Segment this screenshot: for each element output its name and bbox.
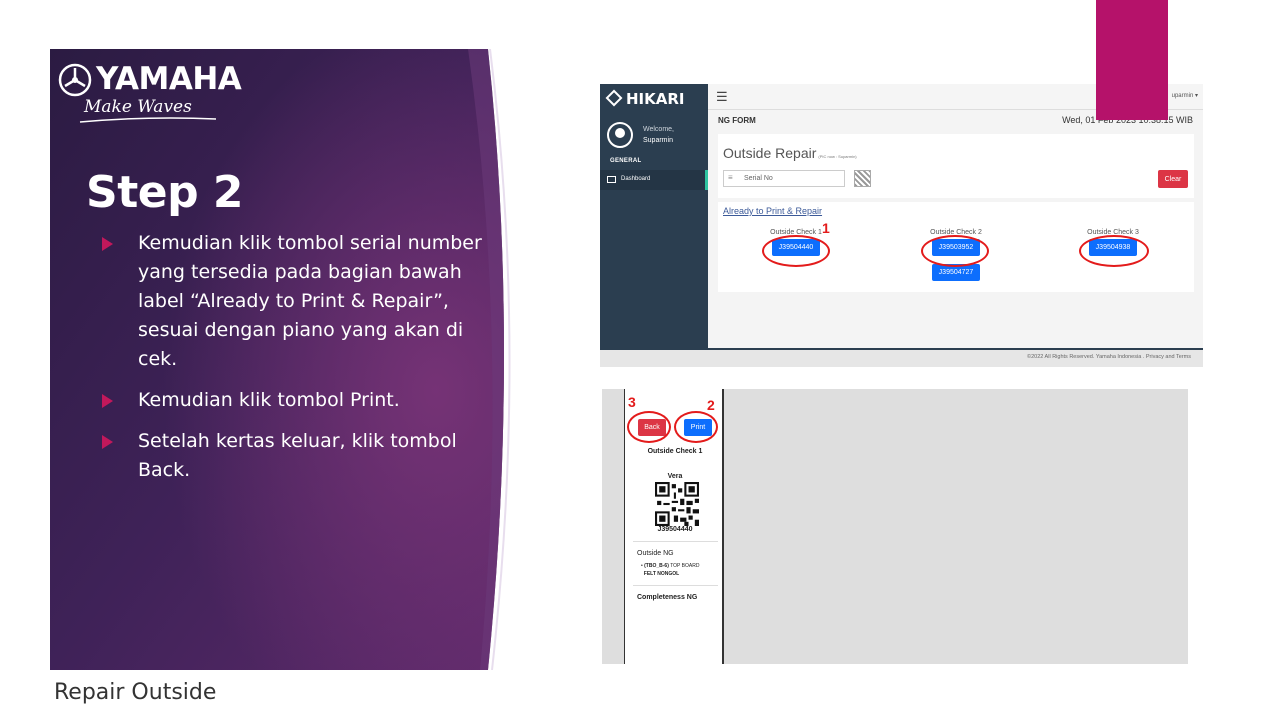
user-menu[interactable]: uparmin ▾ [1172, 92, 1198, 99]
serial-input[interactable]: ≡ Serial No [723, 170, 845, 187]
qr-code-icon [655, 482, 699, 526]
ng-defect: FELT NONGOL [643, 571, 680, 577]
hikari-logo-text: HIKARI [626, 90, 685, 108]
serial-placeholder: Serial No [744, 175, 773, 182]
form-title: Outside Repair (PIC now : Suparmin) [723, 145, 857, 161]
instruction-text: Kemudian klik tombol Print. [138, 389, 400, 411]
annotation-number: 2 [707, 397, 715, 413]
instruction-item: Kemudian klik tombol Print. [102, 386, 502, 415]
user-name: Suparmin [643, 137, 673, 144]
user-menu-label: uparmin [1171, 93, 1194, 99]
avatar-icon [607, 122, 633, 148]
hikari-logo-icon [605, 89, 623, 107]
sidebar-item-dashboard[interactable]: Dashboard [600, 170, 708, 190]
app-footer: ©2022 All Rights Reserved. Yamaha Indone… [600, 348, 1203, 367]
repair-form-card: Outside Repair (PIC now : Suparmin) ≡ Ser… [718, 134, 1194, 198]
instruction-text: Setelah kertas keluar, klik tombol Back. [138, 430, 457, 481]
hikari-logo: HIKARI [605, 89, 685, 108]
menu-icon[interactable]: ☰ [716, 89, 728, 105]
model-name: Vera [667, 473, 683, 480]
instruction-item: Kemudian klik tombol serial number yang … [102, 229, 502, 374]
divider [633, 585, 718, 586]
instruction-list: Kemudian klik tombol serial number yang … [102, 229, 502, 497]
annotation-number: 1 [822, 220, 830, 236]
form-subtitle: (PIC now : Suparmin) [818, 154, 857, 159]
ng-part: TOP BOARD [670, 563, 700, 569]
welcome-text: Welcome, [643, 126, 674, 133]
print-preview-screenshot: Back Print Outside Check 1 Vera J3950444… [602, 389, 1188, 664]
highlight-ring [762, 235, 830, 267]
page-header: NG FORM [718, 116, 756, 125]
sidebar-item-label: Dashboard [621, 176, 651, 182]
ng-item: • (TBO_B-6) TOP BOARD FELT NONGOL [641, 563, 700, 577]
app-screenshot-ng-form: HIKARI Welcome, Suparmin GENERAL Dashboa… [600, 84, 1203, 367]
step-title: Step 2 [86, 167, 244, 218]
slide-panel: YAMAHA Make Waves Step 2 Kemudian klik t… [50, 49, 512, 670]
list-icon: ≡ [728, 173, 733, 182]
highlight-ring [1079, 235, 1149, 267]
qr-scan-icon[interactable] [854, 170, 871, 187]
ng-code: (TBO_B-6) [644, 563, 669, 569]
highlight-ring [921, 235, 989, 267]
check-title: Outside Check 1 [647, 448, 703, 455]
footer-text: ©2022 All Rights Reserved. Yamaha Indone… [1027, 354, 1191, 360]
ready-to-print-link[interactable]: Already to Print & Repair [723, 206, 822, 216]
outside-ng-label: Outside NG [637, 550, 674, 557]
instruction-item: Setelah kertas keluar, klik tombol Back. [102, 427, 502, 485]
yamaha-tagline: Make Waves [84, 97, 192, 117]
bullet-arrow-icon [102, 237, 113, 251]
yamaha-tuning-fork-icon [58, 63, 92, 97]
divider [633, 541, 718, 542]
sidebar-section-general: GENERAL [610, 158, 642, 164]
highlight-ring [627, 411, 671, 443]
bullet-arrow-icon [102, 394, 113, 408]
slide-footer-label: Repair Outside [54, 680, 217, 705]
form-title-text: Outside Repair [723, 145, 817, 161]
clear-button[interactable]: Clear [1158, 170, 1188, 188]
monitor-icon [607, 176, 616, 183]
bullet-arrow-icon [102, 435, 113, 449]
accent-bar [1096, 0, 1168, 120]
yamaha-brand: YAMAHA [96, 61, 242, 97]
printed-serial: J39504440 [657, 526, 693, 533]
highlight-ring [674, 411, 718, 443]
sidebar: HIKARI Welcome, Suparmin GENERAL Dashboa… [600, 84, 708, 348]
tagline-swoosh [79, 117, 217, 123]
instruction-text: Kemudian klik tombol serial number yang … [138, 232, 482, 370]
main-content: NG FORM Wed, 01 Feb 2023 10:38:15 WIB Ou… [708, 110, 1203, 348]
annotation-number: 3 [628, 394, 636, 410]
completeness-ng-label: Completeness NG [637, 594, 698, 601]
